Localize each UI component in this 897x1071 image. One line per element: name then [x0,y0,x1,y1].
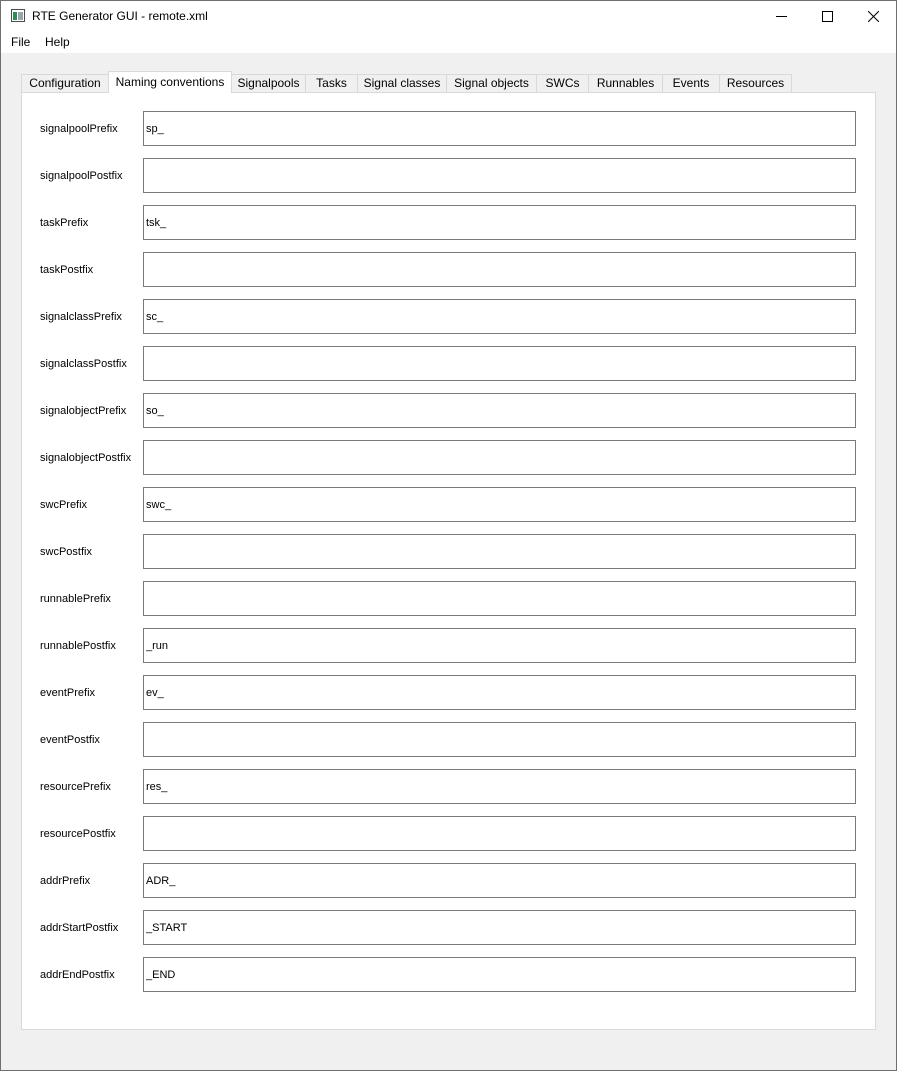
tab-events[interactable]: Events [662,74,720,92]
menu-help[interactable]: Help [45,35,70,50]
field-label: taskPrefix [40,217,89,229]
addr-end-postfix-input[interactable] [143,957,856,992]
addr-start-postfix-input[interactable] [143,910,856,945]
tab-signal-classes[interactable]: Signal classes [357,74,447,92]
field-label: signalclassPostfix [40,358,127,370]
resource-postfix-input[interactable] [143,816,856,851]
field-label: signalpoolPrefix [40,123,118,135]
tab-naming-conventions[interactable]: Naming conventions [108,71,232,93]
resource-prefix-input[interactable] [143,769,856,804]
runnable-postfix-input[interactable] [143,628,856,663]
menu-file[interactable]: File [11,35,30,50]
task-postfix-input[interactable] [143,252,856,287]
app-window: RTE Generator GUI - remote.xml File Help… [0,0,897,1071]
signalpool-prefix-input[interactable] [143,111,856,146]
signalclass-postfix-input[interactable] [143,346,856,381]
minimize-icon [775,15,787,17]
field-label: signalobjectPostfix [40,452,132,464]
maximize-icon [821,10,833,22]
field-label: resourcePostfix [40,828,116,840]
signalpool-postfix-input[interactable] [143,158,856,193]
field-label: runnablePrefix [40,593,111,605]
swc-postfix-input[interactable] [143,534,856,569]
tab-swcs[interactable]: SWCs [536,74,589,92]
tab-signalpools[interactable]: Signalpools [231,74,306,92]
field-label: runnablePostfix [40,640,116,652]
menu-bar: File Help [1,31,896,53]
field-label: eventPrefix [40,687,96,699]
swc-prefix-input[interactable] [143,487,856,522]
close-button[interactable] [850,1,896,31]
field-label: signalpoolPostfix [40,170,123,182]
field-label: resourcePrefix [40,781,111,793]
signalobject-postfix-input[interactable] [143,440,856,475]
runnable-prefix-input[interactable] [143,581,856,616]
field-label: signalobjectPrefix [40,405,127,417]
maximize-button[interactable] [804,1,850,31]
field-label: swcPrefix [40,499,88,511]
tab-resources[interactable]: Resources [719,74,792,92]
addr-prefix-input[interactable] [143,863,856,898]
window-title: RTE Generator GUI - remote.xml [32,9,208,23]
tab-configuration[interactable]: Configuration [21,74,109,92]
field-label: taskPostfix [40,264,94,276]
field-label: eventPostfix [40,734,100,746]
field-label: signalclassPrefix [40,311,122,323]
field-label: addrEndPostfix [40,969,115,981]
signalobject-prefix-input[interactable] [143,393,856,428]
tab-signal-objects[interactable]: Signal objects [446,74,537,92]
signalclass-prefix-input[interactable] [143,299,856,334]
task-prefix-input[interactable] [143,205,856,240]
title-bar[interactable]: RTE Generator GUI - remote.xml [1,1,896,31]
app-icon [11,9,25,22]
close-icon [867,10,879,22]
field-label: addrPrefix [40,875,91,887]
tab-tasks[interactable]: Tasks [305,74,358,92]
event-postfix-input[interactable] [143,722,856,757]
tab-runnables[interactable]: Runnables [588,74,663,92]
field-label: addrStartPostfix [40,922,119,934]
field-label: swcPostfix [40,546,92,558]
minimize-button[interactable] [758,1,804,31]
event-prefix-input[interactable] [143,675,856,710]
